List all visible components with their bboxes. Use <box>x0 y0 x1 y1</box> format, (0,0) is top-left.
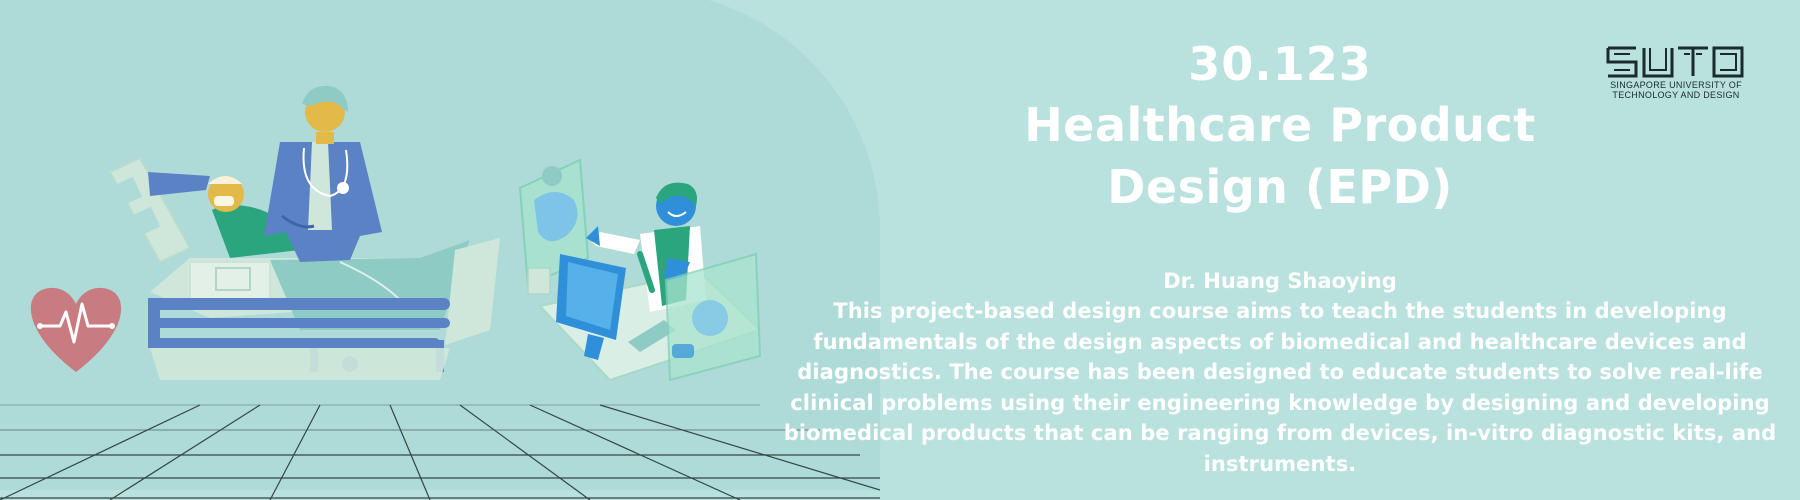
logo-text-line-2: TECHNOLOGY AND DESIGN <box>1612 90 1740 100</box>
floor-grid <box>0 404 880 500</box>
course-banner: 30.123 Healthcare Product Design (EPD) D… <box>0 0 1800 500</box>
logo-text-line-1: SINGAPORE UNIVERSITY OF <box>1610 80 1742 90</box>
course-description: This project-based design course aims to… <box>783 299 1777 476</box>
healthcare-illustration <box>0 85 880 500</box>
sutd-logo-icon <box>1606 46 1744 78</box>
instructor-name: Dr. Huang Shaoying <box>1163 269 1397 293</box>
telemedicine-illustration <box>518 158 762 382</box>
sutd-logo: SINGAPORE UNIVERSITY OF TECHNOLOGY AND D… <box>1606 44 1746 100</box>
course-info: 30.123 Healthcare Product Design (EPD) D… <box>760 34 1800 479</box>
heart-rate-icon <box>30 287 122 372</box>
course-title: Healthcare Product Design (EPD) <box>1024 98 1536 214</box>
